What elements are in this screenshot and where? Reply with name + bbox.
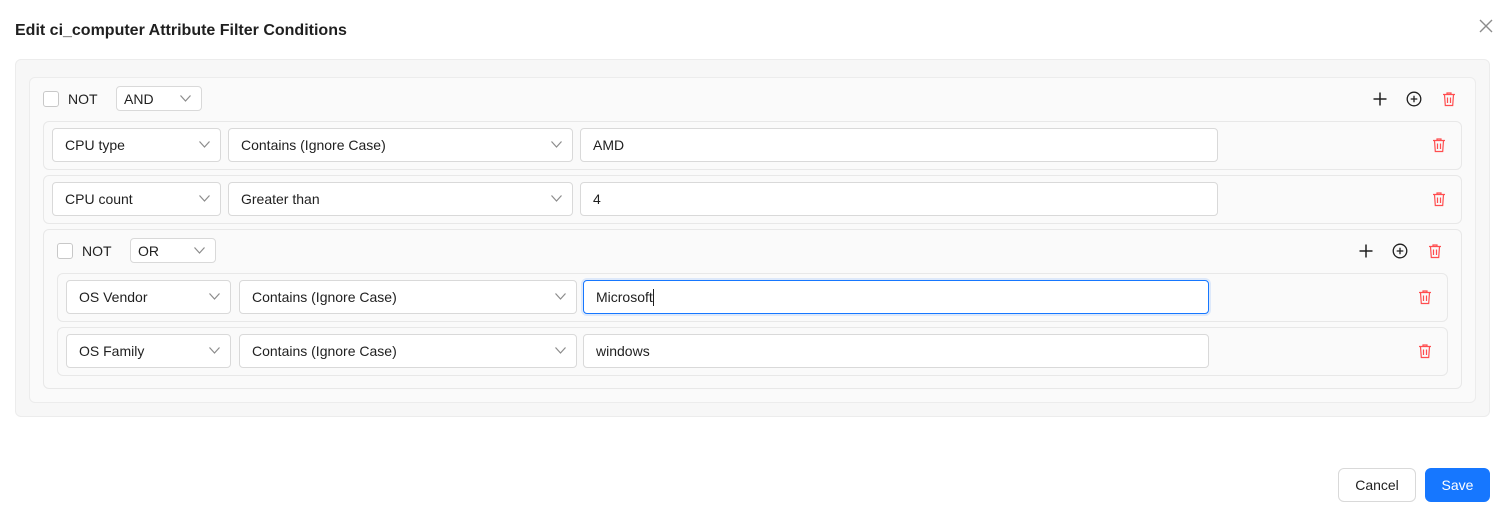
operator-select[interactable]: Contains (Ignore Case) bbox=[239, 334, 577, 368]
operator-select[interactable]: Greater than bbox=[228, 182, 573, 216]
cancel-button[interactable]: Cancel bbox=[1338, 468, 1416, 502]
field-value: OS Vendor bbox=[79, 289, 148, 305]
operator-value: Contains (Ignore Case) bbox=[241, 137, 386, 153]
value-text: 4 bbox=[593, 191, 601, 207]
plus-icon[interactable] bbox=[1358, 243, 1374, 259]
dialog-title: Edit ci_computer Attribute Filter Condit… bbox=[15, 22, 347, 39]
value-input[interactable]: windows bbox=[583, 334, 1209, 368]
trash-icon[interactable] bbox=[1431, 137, 1447, 153]
operator-value: Greater than bbox=[241, 191, 320, 207]
text-caret bbox=[652, 288, 654, 306]
save-button[interactable]: Save bbox=[1425, 468, 1490, 502]
operator-select[interactable]: Contains (Ignore Case) bbox=[239, 280, 577, 314]
field-select[interactable]: CPU type bbox=[52, 128, 221, 162]
field-select[interactable]: OS Vendor bbox=[66, 280, 231, 314]
field-select[interactable]: CPU count bbox=[52, 182, 221, 216]
trash-icon[interactable] bbox=[1431, 191, 1447, 207]
operator-value: Contains (Ignore Case) bbox=[252, 343, 397, 359]
field-select[interactable]: OS Family bbox=[66, 334, 231, 368]
not-label-outer: NOT bbox=[68, 91, 98, 107]
value-input[interactable]: 4 bbox=[580, 182, 1218, 216]
trash-icon[interactable] bbox=[1417, 289, 1433, 305]
value-input-focused[interactable]: Microsoft bbox=[583, 280, 1209, 314]
trash-icon[interactable] bbox=[1427, 243, 1443, 259]
chevron-down-icon bbox=[199, 195, 210, 202]
chevron-down-icon bbox=[180, 94, 191, 102]
logic-operator-value: AND bbox=[124, 90, 154, 107]
trash-icon[interactable] bbox=[1441, 91, 1457, 107]
not-checkbox-inner[interactable] bbox=[57, 243, 73, 259]
chevron-down-icon bbox=[199, 141, 210, 148]
chevron-down-icon bbox=[555, 293, 566, 300]
trash-icon[interactable] bbox=[1417, 343, 1433, 359]
close-button[interactable] bbox=[1475, 15, 1497, 37]
not-label-inner: NOT bbox=[82, 243, 112, 259]
operator-select[interactable]: Contains (Ignore Case) bbox=[228, 128, 573, 162]
field-value: CPU count bbox=[65, 191, 133, 207]
plus-circle-icon[interactable] bbox=[1406, 91, 1422, 107]
plus-circle-icon[interactable] bbox=[1392, 243, 1408, 259]
value-text: Microsoft bbox=[596, 289, 653, 305]
value-text: windows bbox=[596, 343, 650, 359]
chevron-down-icon bbox=[194, 246, 205, 254]
value-text: AMD bbox=[593, 137, 625, 153]
chevron-down-icon bbox=[209, 347, 220, 354]
close-icon bbox=[1479, 19, 1493, 33]
chevron-down-icon bbox=[551, 141, 562, 148]
chevron-down-icon bbox=[551, 195, 562, 202]
not-checkbox-outer[interactable] bbox=[43, 91, 59, 107]
operator-value: Contains (Ignore Case) bbox=[252, 289, 397, 305]
chevron-down-icon bbox=[555, 347, 566, 354]
field-value: OS Family bbox=[79, 343, 145, 359]
logic-operator-select-outer[interactable]: AND bbox=[116, 86, 202, 111]
field-value: CPU type bbox=[65, 137, 125, 153]
value-input[interactable]: AMD bbox=[580, 128, 1218, 162]
logic-operator-select-inner[interactable]: OR bbox=[130, 238, 216, 263]
plus-icon[interactable] bbox=[1372, 91, 1388, 107]
chevron-down-icon bbox=[209, 293, 220, 300]
logic-operator-value: OR bbox=[138, 242, 159, 259]
